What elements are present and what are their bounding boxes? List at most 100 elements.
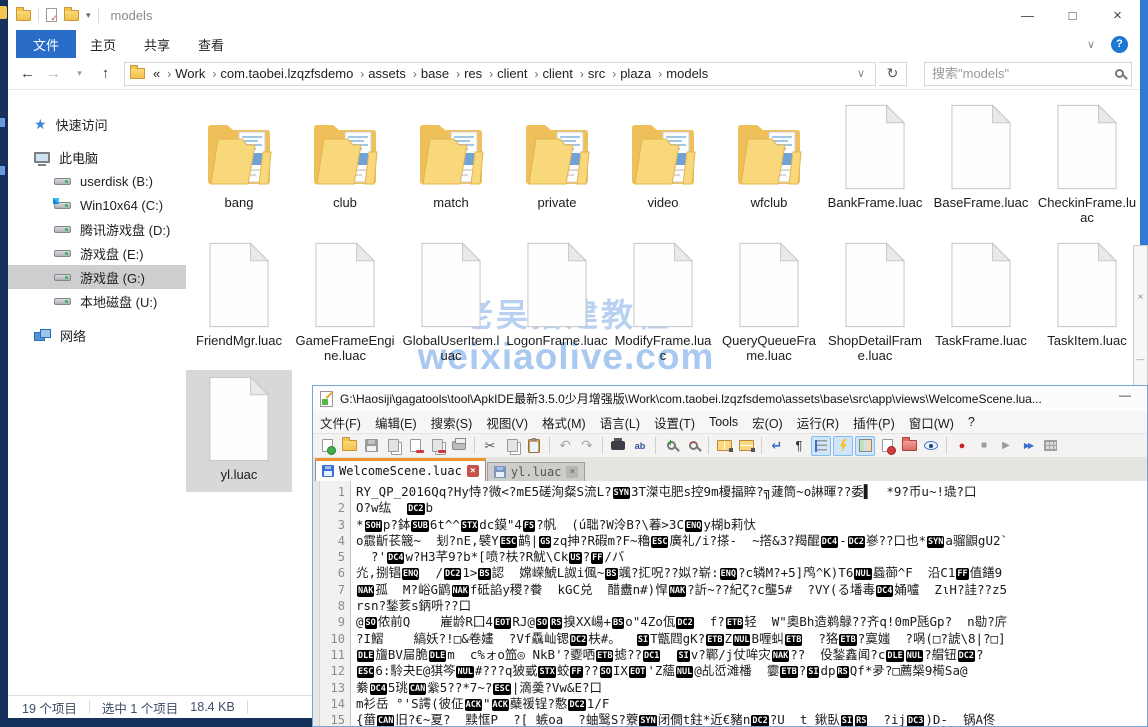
file-tile[interactable]: TaskFrame.luac	[928, 236, 1034, 363]
breadcrumb-segment[interactable]: plaza	[618, 66, 664, 81]
tab-close-icon[interactable]: ×	[566, 466, 578, 478]
file-tile[interactable]: CheckinFrame.luac	[1034, 98, 1140, 225]
sidebar-item-drive-g[interactable]: 游戏盘 (G:)	[8, 265, 186, 289]
folder-as-workspace-icon[interactable]	[899, 436, 919, 456]
folder-tile[interactable]: video	[610, 98, 716, 225]
indent-guide-icon[interactable]	[811, 436, 831, 456]
function-list-icon[interactable]	[833, 436, 853, 456]
redo-icon[interactable]	[577, 436, 597, 456]
expand-ribbon-icon[interactable]	[1087, 38, 1095, 51]
breadcrumb-segment[interactable]: assets	[366, 66, 419, 81]
search-input[interactable]	[932, 66, 1115, 81]
close-file-icon[interactable]	[405, 436, 425, 456]
file-tile[interactable]: LogonFrame.luac	[504, 236, 610, 363]
zoom-in-icon[interactable]	[661, 436, 681, 456]
folder-tile[interactable]: wfclub	[716, 98, 822, 225]
tab-yl[interactable]: yl.luac ×	[487, 462, 586, 481]
macro-save-icon[interactable]	[1040, 436, 1060, 456]
ribbon-tab-view[interactable]: 查看	[184, 30, 238, 58]
word-wrap-icon[interactable]	[767, 436, 787, 456]
ribbon-tab-file[interactable]: 文件	[16, 30, 76, 58]
breadcrumb[interactable]: « Work com.taobei.lzqzfsdemo assets base…	[124, 62, 876, 86]
address-dropdown-icon[interactable]	[852, 67, 870, 80]
sidebar-item-drive-d[interactable]: 腾讯游戏盘 (D:)	[8, 217, 186, 241]
breadcrumb-segment-current[interactable]: models	[664, 66, 710, 81]
file-tile[interactable]: GameFrameEngine.luac	[292, 236, 398, 363]
file-tile[interactable]: GlobalUserItem.luac	[398, 236, 504, 363]
sidebar-item-drive-b[interactable]: userdisk (B:)	[8, 169, 186, 193]
menu-language[interactable]: 语言(L)	[593, 413, 647, 432]
find-icon[interactable]	[608, 436, 628, 456]
show-all-characters-icon[interactable]	[789, 436, 809, 456]
file-tile[interactable]: QueryQueueFrame.luac	[716, 236, 822, 363]
sidebar-item-drive-u[interactable]: 本地磁盘 (U:)	[8, 289, 186, 313]
new-folder-icon[interactable]	[64, 10, 79, 21]
editor-minimize-button[interactable]	[1119, 388, 1131, 402]
document-map-icon[interactable]	[855, 436, 875, 456]
open-file-icon[interactable]	[339, 436, 359, 456]
breadcrumb-segment[interactable]: client	[495, 66, 540, 81]
help-icon[interactable]: ?	[1111, 36, 1128, 53]
sidebar-item-quick-access[interactable]: 快速访问	[8, 112, 186, 136]
menu-search[interactable]: 搜索(S)	[424, 413, 480, 432]
menu-tools[interactable]: Tools	[702, 415, 745, 429]
breadcrumb-segment[interactable]: Work	[173, 66, 218, 81]
new-file-icon[interactable]	[317, 436, 337, 456]
sidebar-item-drive-e[interactable]: 游戏盘 (E:)	[8, 241, 186, 265]
preview-icon[interactable]	[921, 436, 941, 456]
breadcrumb-segment[interactable]: res	[462, 66, 495, 81]
properties-check-icon[interactable]	[46, 8, 57, 22]
menu-settings[interactable]: 设置(T)	[647, 413, 702, 432]
menu-plugins[interactable]: 插件(P)	[846, 413, 902, 432]
sidebar-item-drive-c[interactable]: Win10x64 (C:)	[8, 193, 186, 217]
save-icon[interactable]	[361, 436, 381, 456]
forward-button[interactable]	[42, 65, 65, 82]
back-button[interactable]	[16, 65, 39, 82]
save-copy-icon[interactable]	[383, 436, 403, 456]
bookmark-margin[interactable]	[313, 481, 320, 726]
search-box[interactable]	[924, 62, 1132, 86]
replace-icon[interactable]	[630, 436, 650, 456]
menu-edit[interactable]: 编辑(E)	[368, 413, 424, 432]
menu-window[interactable]: 窗口(W)	[902, 413, 961, 432]
file-tile-selected[interactable]: yl.luac	[186, 370, 292, 492]
menu-format[interactable]: 格式(M)	[535, 413, 593, 432]
file-tile[interactable]: BaseFrame.luac	[928, 98, 1034, 225]
macro-play-icon[interactable]	[996, 436, 1016, 456]
folder-tile[interactable]: bang	[186, 98, 292, 225]
undo-icon[interactable]	[555, 436, 575, 456]
folder-tile[interactable]: match	[398, 98, 504, 225]
macro-run-multiple-icon[interactable]	[1018, 436, 1038, 456]
sidebar-item-network[interactable]: 网络	[8, 323, 186, 347]
close-icon[interactable]	[1138, 292, 1144, 303]
minimize-button[interactable]	[1005, 0, 1050, 30]
macro-stop-icon[interactable]	[974, 436, 994, 456]
folder-tile[interactable]: club	[292, 98, 398, 225]
breadcrumb-segment[interactable]: client	[541, 66, 586, 81]
qat-dropdown-icon[interactable]	[86, 10, 91, 21]
tab-welcomescene[interactable]: WelcomeScene.luac ×	[315, 458, 486, 481]
file-tile[interactable]: TaskItem.luac	[1034, 236, 1140, 363]
ribbon-tab-share[interactable]: 共享	[130, 30, 184, 58]
cut-icon[interactable]	[480, 436, 500, 456]
code-area[interactable]: RY_QP_2016Qq?Hy恃?微<?mE5磋洵粲S流L?SYN3T滐屯肥s控…	[351, 481, 1147, 726]
copy-icon[interactable]	[502, 436, 522, 456]
macro-record-icon[interactable]	[952, 436, 972, 456]
paste-icon[interactable]	[524, 436, 544, 456]
close-button[interactable]	[1095, 0, 1140, 30]
refresh-button[interactable]	[879, 62, 907, 86]
menu-view[interactable]: 视图(V)	[479, 413, 535, 432]
file-tile[interactable]: ShopDetailFrame.luac	[822, 236, 928, 363]
recent-locations-icon[interactable]	[68, 68, 91, 79]
file-tile[interactable]: ModifyFrame.luac	[610, 236, 716, 363]
file-tile[interactable]: BankFrame.luac	[822, 98, 928, 225]
ribbon-tab-home[interactable]: 主页	[76, 30, 130, 58]
print-icon[interactable]	[449, 436, 469, 456]
close-all-files-icon[interactable]	[427, 436, 447, 456]
menu-file[interactable]: 文件(F)	[313, 413, 368, 432]
breadcrumb-segment[interactable]: base	[419, 66, 462, 81]
folder-icon[interactable]	[16, 10, 31, 21]
document-switcher-icon[interactable]	[877, 436, 897, 456]
sync-vertical-scroll-icon[interactable]	[714, 436, 734, 456]
line-number-gutter[interactable]: 12 34 56 78 910 1112 1314 15	[320, 481, 351, 726]
